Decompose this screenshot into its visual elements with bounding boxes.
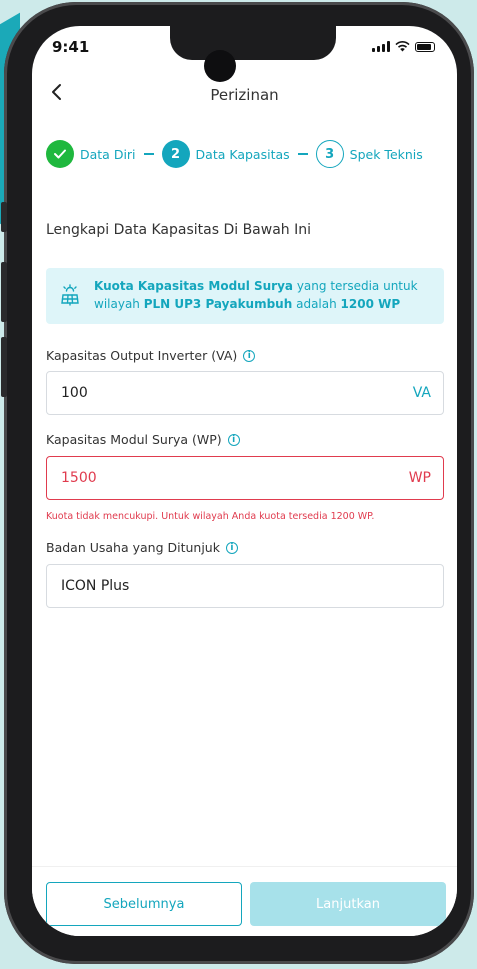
phone-volume-down: [1, 337, 7, 397]
info-icon[interactable]: i: [227, 433, 240, 446]
section-title: Lengkapi Data Kapasitas Di Bawah Ini: [46, 222, 311, 238]
step-1-check-icon: [46, 140, 74, 168]
module-label-text: Kapasitas Modul Surya (WP): [46, 432, 222, 447]
info-text-part: adalah: [292, 297, 341, 311]
module-input[interactable]: 1500 WP: [46, 456, 444, 500]
signal-icon: [372, 41, 390, 52]
info-region: PLN UP3 Payakumbuh: [143, 297, 293, 311]
step-divider: [143, 153, 154, 155]
step-3-marker: 3: [315, 140, 344, 168]
step-divider: [297, 153, 308, 155]
previous-button[interactable]: Sebelumnya: [46, 882, 242, 926]
camera: [204, 50, 236, 82]
wifi-icon: [395, 41, 410, 52]
app-screen: 9:41 Perizinan Data Diri 2 Data Kapasita…: [32, 26, 457, 936]
page-title: Perizinan: [210, 86, 279, 104]
inverter-unit: VA: [412, 385, 431, 401]
inverter-label-text: Kapasitas Output Inverter (VA): [46, 348, 238, 363]
notch: [170, 26, 336, 60]
inverter-input[interactable]: 100 VA: [46, 371, 444, 415]
next-button[interactable]: Lanjutkan: [250, 882, 446, 926]
step-3-label: Spek Teknis: [349, 146, 423, 162]
status-icons: [372, 41, 435, 52]
info-banner: Kuota Kapasitas Modul Surya yang tersedi…: [46, 268, 444, 324]
company-value: ICON Plus: [61, 578, 130, 594]
info-icon[interactable]: i: [243, 349, 256, 362]
info-text: Kuota Kapasitas Modul Surya yang tersedi…: [94, 277, 436, 313]
info-quota-value: 1200 WP: [340, 297, 401, 311]
battery-icon: [415, 41, 435, 52]
inverter-value: 100: [61, 385, 88, 401]
status-time: 9:41: [52, 38, 90, 56]
info-quota-label: Kuota Kapasitas Modul Surya: [94, 279, 294, 293]
phone-volume-up: [1, 262, 7, 322]
company-label: Badan Usaha yang Ditunjuk i: [46, 540, 238, 555]
stepper: Data Diri 2 Data Kapasitas 3 Spek Teknis: [46, 140, 423, 168]
solar-panel-icon: [61, 284, 79, 306]
step-1-label: Data Diri: [80, 146, 136, 162]
step-2-marker: 2: [161, 140, 190, 168]
info-icon[interactable]: i: [225, 541, 238, 554]
module-value: 1500: [61, 470, 97, 486]
module-label: Kapasitas Modul Surya (WP) i: [46, 432, 240, 447]
module-error-message: Kuota tidak mencukupi. Untuk wilayah And…: [46, 511, 375, 522]
inverter-label: Kapasitas Output Inverter (VA) i: [46, 348, 256, 363]
company-input[interactable]: ICON Plus: [46, 564, 444, 608]
company-label-text: Badan Usaha yang Ditunjuk: [46, 540, 220, 555]
step-2-label: Data Kapasitas: [195, 146, 290, 162]
module-unit: WP: [408, 470, 431, 486]
phone-side-button: [1, 202, 7, 232]
